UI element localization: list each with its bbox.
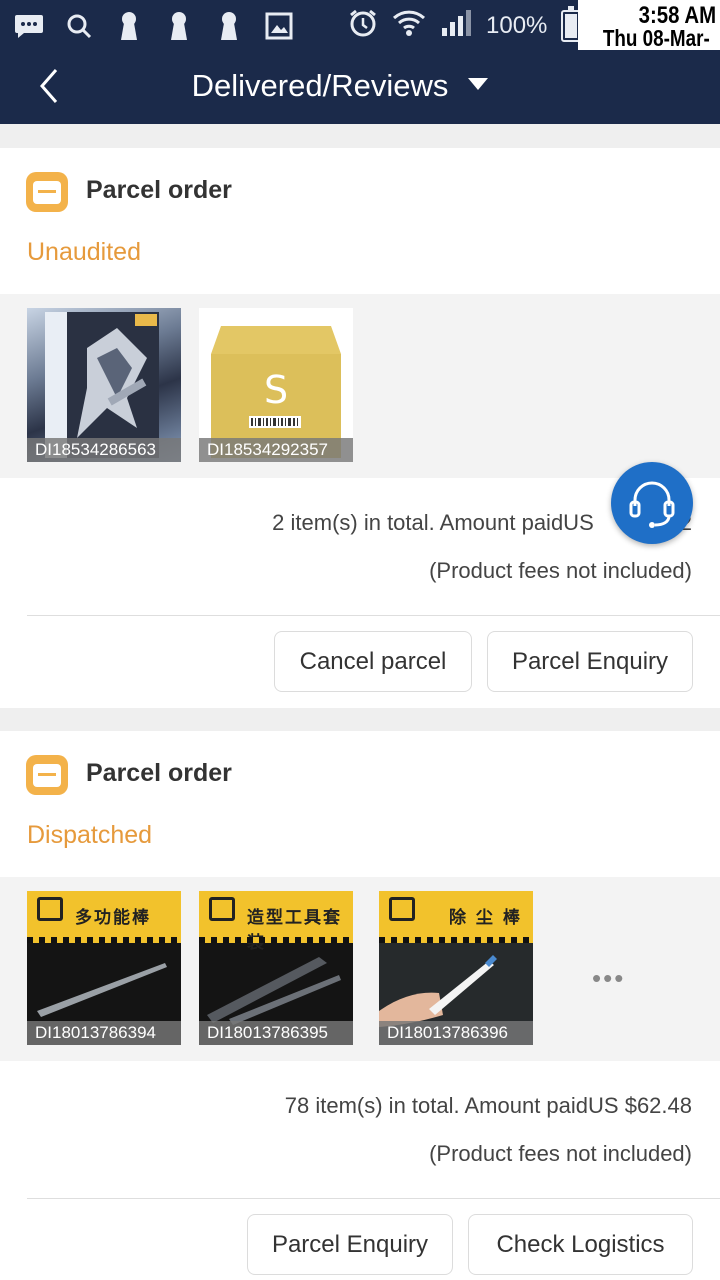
page-title-dropdown[interactable]: Delivered/Reviews — [0, 68, 720, 104]
parcel-icon — [26, 755, 68, 795]
order-total-text: 2 item(s) in total. Amount paidUS — [272, 510, 594, 535]
status-bar: 100% 3:58 AM Thu 08-Mar-18 — [0, 0, 720, 78]
order-actions: Parcel Enquiry Check Logistics — [0, 1199, 720, 1280]
svg-text:S: S — [264, 368, 288, 412]
order-total: 78 item(s) in total. Amount paidUS $62.4… — [284, 1093, 692, 1118]
item-id: DI18013786395 — [199, 1021, 353, 1045]
item-thumbnail[interactable]: 多功能棒 DI18013786394 — [27, 891, 181, 1045]
item-id: DI18534292357 — [199, 438, 353, 462]
fees-note: (Product fees not included) — [429, 1141, 692, 1166]
app-header: Delivered/Reviews — [0, 50, 720, 124]
parcel-icon — [26, 172, 68, 212]
order-card: Parcel order Unaudited DI18534286563 S D… — [0, 148, 720, 708]
order-status: Dispatched — [27, 821, 153, 849]
search-icon — [64, 11, 94, 41]
item-thumbnail[interactable]: DI18534286563 — [27, 308, 181, 462]
order-status: Unaudited — [27, 238, 141, 266]
item-id: DI18534286563 — [27, 438, 181, 462]
wifi-icon — [392, 8, 426, 44]
item-id: DI18013786394 — [27, 1021, 181, 1045]
item-thumbnail[interactable]: S DI18534292357 — [199, 308, 353, 462]
more-items-icon[interactable]: ••• — [592, 963, 625, 994]
customer-support-button[interactable] — [611, 462, 693, 544]
cancel-parcel-button[interactable]: Cancel parcel — [274, 631, 472, 692]
order-items[interactable]: DI18534286563 S DI18534292357 — [0, 294, 720, 478]
notification-icons — [14, 6, 294, 46]
parcel-enquiry-button[interactable]: Parcel Enquiry — [247, 1214, 453, 1275]
item-thumbnail[interactable]: 造型工具套装 DI18013786395 — [199, 891, 353, 1045]
clock: 3:58 AM Thu 08-Mar-18 — [578, 0, 720, 78]
battery-percent: 100% — [486, 12, 548, 39]
alarm-icon — [348, 8, 378, 44]
order-title: Parcel order — [86, 759, 232, 787]
item-id: DI18013786396 — [379, 1021, 533, 1045]
keyhole-icon — [164, 11, 194, 41]
signal-icon — [440, 8, 472, 44]
chat-icon — [14, 11, 44, 41]
order-actions: Cancel parcel Parcel Enquiry — [0, 616, 720, 708]
order-summary: 78 item(s) in total. Amount paidUS $62.4… — [0, 1061, 720, 1199]
parcel-enquiry-button[interactable]: Parcel Enquiry — [487, 631, 693, 692]
keyhole-icon — [214, 11, 244, 41]
fees-note: (Product fees not included) — [429, 558, 692, 583]
image-icon — [264, 11, 294, 41]
order-header: Parcel order Dispatched — [0, 731, 720, 877]
order-card: Parcel order Dispatched 多功能棒 DI180137863… — [0, 731, 720, 1280]
dropdown-caret-icon — [468, 77, 489, 90]
item-thumbnail[interactable]: 除 尘 棒 DI18013786396 — [379, 891, 533, 1045]
order-items[interactable]: 多功能棒 DI18013786394 造型工具套装 DI18013786395 … — [0, 877, 720, 1061]
order-title: Parcel order — [86, 176, 232, 204]
page-title: Delivered/Reviews — [191, 68, 449, 103]
system-icons: 100% — [348, 6, 582, 46]
keyhole-icon — [114, 11, 144, 41]
check-logistics-button[interactable]: Check Logistics — [468, 1214, 693, 1275]
order-header: Parcel order Unaudited — [0, 148, 720, 294]
headset-icon — [629, 481, 675, 528]
